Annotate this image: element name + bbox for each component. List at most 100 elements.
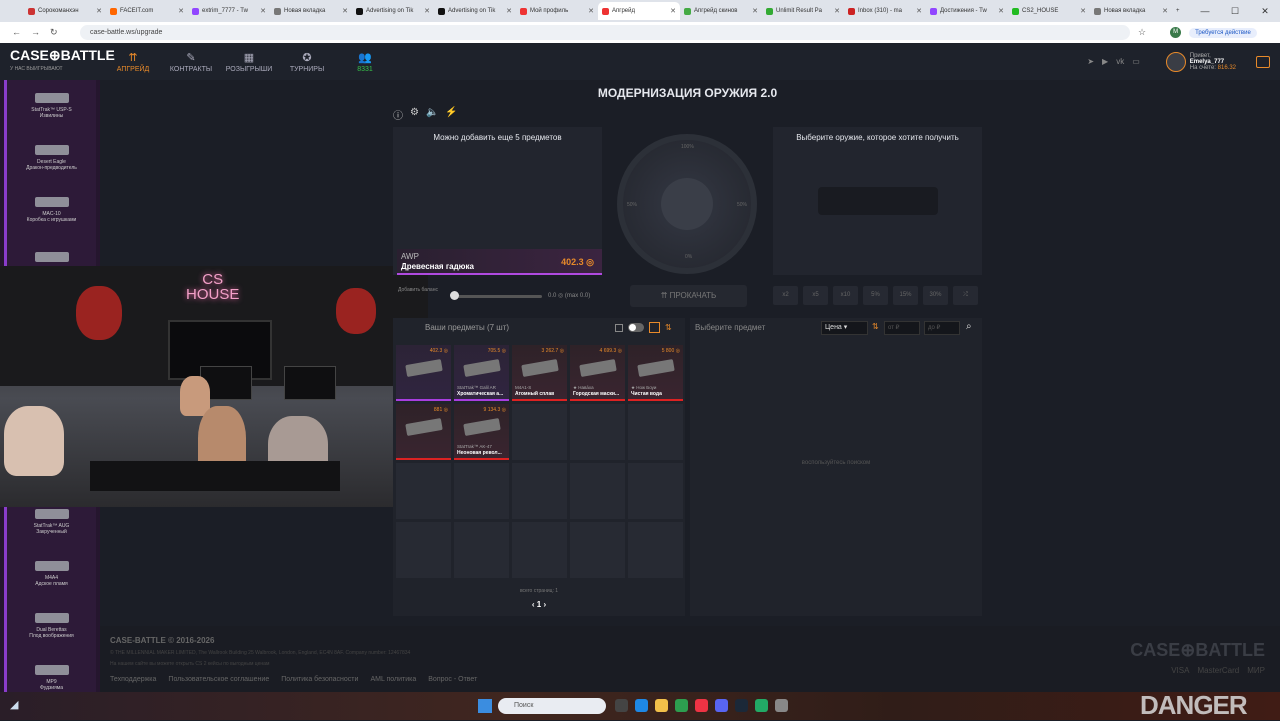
- task-view-icon[interactable]: [615, 699, 628, 712]
- footer-link[interactable]: Техподдержка: [110, 676, 156, 683]
- live-drop-item[interactable]: MP9 Фудзияма: [4, 652, 96, 692]
- tab-close-icon[interactable]: ✕: [834, 7, 840, 15]
- multiplier-button[interactable]: x5: [803, 286, 828, 305]
- tab-close-icon[interactable]: ✕: [998, 7, 1004, 15]
- edge-icon[interactable]: [635, 699, 648, 712]
- inventory-item[interactable]: 3 262.7 ◎ M4A1-S Атомный сплав: [512, 345, 567, 401]
- multiplier-button[interactable]: 15%: [893, 286, 918, 305]
- upgrade-button[interactable]: ⇈ ПРОКАЧАТЬ: [630, 285, 747, 307]
- browser-tab[interactable]: Достижения - Tw ✕: [926, 2, 1008, 20]
- tab-close-icon[interactable]: ✕: [670, 7, 676, 15]
- footer-link[interactable]: Политика безопасности: [281, 676, 358, 683]
- balance-slider-track[interactable]: [454, 295, 542, 298]
- steam-icon[interactable]: [735, 699, 748, 712]
- live-drop-item[interactable]: Desert Eagle Дракон-предводитель: [4, 132, 96, 184]
- tab-close-icon[interactable]: ✕: [424, 7, 430, 15]
- action-required-button[interactable]: Требуется действие: [1189, 27, 1257, 38]
- sound-icon[interactable]: 🔈: [426, 107, 438, 122]
- tab-close-icon[interactable]: ✕: [588, 7, 594, 15]
- select-all-checkbox[interactable]: [615, 323, 623, 332]
- tab-close-icon[interactable]: ✕: [752, 7, 758, 15]
- explorer-icon[interactable]: [655, 699, 668, 712]
- view-toggle[interactable]: [628, 323, 644, 332]
- notification-icon[interactable]: ◢: [10, 698, 18, 711]
- minimize-icon[interactable]: —: [1190, 0, 1220, 22]
- live-drop-item[interactable]: Dual Berettas Плод воображения: [4, 600, 96, 652]
- browser-tab[interactable]: Апгрейд скинов ✕: [680, 2, 762, 20]
- discord-icon[interactable]: [715, 699, 728, 712]
- reload-icon[interactable]: ↻: [50, 27, 58, 38]
- price-to-input[interactable]: до ₽: [924, 321, 960, 335]
- footer-link[interactable]: Вопрос - Ответ: [428, 676, 477, 683]
- sort-select[interactable]: Цена ▾: [821, 321, 868, 335]
- browser-tab[interactable]: Advertising on Tik ✕: [352, 2, 434, 20]
- inventory-item[interactable]: 402.3 ◎: [396, 345, 451, 401]
- browser-tab[interactable]: extrim_7777 - Tw ✕: [188, 2, 270, 20]
- wallet-icon[interactable]: [1256, 55, 1270, 68]
- inventory-item[interactable]: 5 800 ◎ ★ Нож Боуи Чистая вода: [628, 345, 683, 401]
- browser-tab[interactable]: Новая вкладка ✕: [270, 2, 352, 20]
- live-drop-item[interactable]: M4A4 Адское пламя: [4, 548, 96, 600]
- chrome-icon[interactable]: [675, 699, 688, 712]
- grid-view-icon[interactable]: [649, 322, 660, 333]
- gear-icon[interactable]: ⚙: [410, 107, 419, 122]
- telegram-icon[interactable]: ➤: [1087, 57, 1094, 66]
- user-avatar[interactable]: [1165, 51, 1186, 72]
- multiplier-button[interactable]: ⤮: [953, 286, 978, 305]
- target-item-panel[interactable]: Выберите оружие, которое хотите получить: [773, 127, 982, 275]
- multiplier-button[interactable]: 30%: [923, 286, 948, 305]
- nav-item-medal[interactable]: ✪ ТУРНИРЫ: [278, 51, 336, 73]
- tab-close-icon[interactable]: ✕: [916, 7, 922, 15]
- browser-tab[interactable]: Inbox (310) - ma ✕: [844, 2, 926, 20]
- app-icon[interactable]: [695, 699, 708, 712]
- inventory-item[interactable]: 705.5 ◎ StatTrak™ Galil AR Хроматическая а…: [454, 345, 509, 401]
- info-icon[interactable]: ⓘ: [393, 107, 403, 122]
- url-input[interactable]: case-battle.ws/upgrade: [80, 25, 1130, 40]
- tab-close-icon[interactable]: ✕: [342, 7, 348, 15]
- start-button[interactable]: [478, 699, 492, 713]
- close-icon[interactable]: ✕: [1250, 0, 1280, 22]
- browser-tab[interactable]: Сорокоманхэн ✕: [24, 2, 106, 20]
- taskbar-search[interactable]: Поиск: [498, 698, 606, 714]
- footer-link[interactable]: AML политика: [370, 676, 416, 683]
- site-logo[interactable]: CASE⊕BATTLE У НАС ВЫИГРЫВАЮТ: [0, 48, 115, 76]
- browser-tab[interactable]: Новая вкладка ✕: [1090, 2, 1172, 20]
- user-panel[interactable]: Привет, Emelya_777 На счете: 816.32: [1165, 51, 1236, 72]
- nav-item-upgrade[interactable]: ⇈ АПГРЕЙД: [104, 51, 162, 73]
- browser-tab[interactable]: Advertising on Tik ✕: [434, 2, 516, 20]
- live-drop-item[interactable]: MAC-10 Коробка с игрушками: [4, 184, 96, 236]
- selected-source-item[interactable]: AWP Древесная гадюка 402.3 ◎: [397, 249, 602, 275]
- inventory-item[interactable]: 9 134.3 ◎ StatTrak™ AK-47 Неоновая револ..…: [454, 404, 509, 460]
- tab-close-icon[interactable]: ✕: [1162, 7, 1168, 15]
- price-from-input[interactable]: от ₽: [884, 321, 920, 335]
- twitch-icon[interactable]: ▭: [1132, 57, 1140, 66]
- tab-close-icon[interactable]: ✕: [96, 7, 102, 15]
- multiplier-button[interactable]: x2: [773, 286, 798, 305]
- footer-link[interactable]: Пользовательское соглашение: [168, 676, 269, 683]
- profile-avatar[interactable]: M: [1170, 27, 1182, 38]
- inventory-item[interactable]: 4 699.3 ◎ ★ Нава́ха Городская маски...: [570, 345, 625, 401]
- nav-item-contract[interactable]: ✎ КОНТРАКТЫ: [162, 51, 220, 73]
- sort-direction-icon[interactable]: ⇅: [872, 322, 879, 331]
- page-current[interactable]: ‹ 1 ›: [393, 600, 685, 609]
- vk-icon[interactable]: vk: [1116, 57, 1124, 66]
- telegram-icon[interactable]: [755, 699, 768, 712]
- tab-close-icon[interactable]: ✕: [506, 7, 512, 15]
- live-drop-item[interactable]: StatTrak™ USP-S Извилины: [4, 80, 96, 132]
- nav-item-gift[interactable]: ▦ РОЗЫГРЫШИ: [220, 51, 278, 73]
- maximize-icon[interactable]: ☐: [1220, 0, 1250, 22]
- youtube-icon[interactable]: ▶: [1102, 57, 1108, 66]
- multiplier-button[interactable]: 5%: [863, 286, 888, 305]
- browser-tab[interactable]: Мой профиль ✕: [516, 2, 598, 20]
- browser-tab[interactable]: FACEIT.com ✕: [106, 2, 188, 20]
- multiplier-button[interactable]: x10: [833, 286, 858, 305]
- forward-icon[interactable]: →: [31, 27, 40, 38]
- obs-icon[interactable]: [775, 699, 788, 712]
- balance-slider-handle[interactable]: [450, 291, 459, 300]
- fast-mode-icon[interactable]: ⚡: [445, 107, 457, 122]
- tab-close-icon[interactable]: ✕: [260, 7, 266, 15]
- search-icon[interactable]: ⌕: [966, 321, 972, 332]
- tab-close-icon[interactable]: ✕: [178, 7, 184, 15]
- inventory-item[interactable]: 881 ◎: [396, 404, 451, 460]
- browser-tab[interactable]: Unlimit Result Pa ✕: [762, 2, 844, 20]
